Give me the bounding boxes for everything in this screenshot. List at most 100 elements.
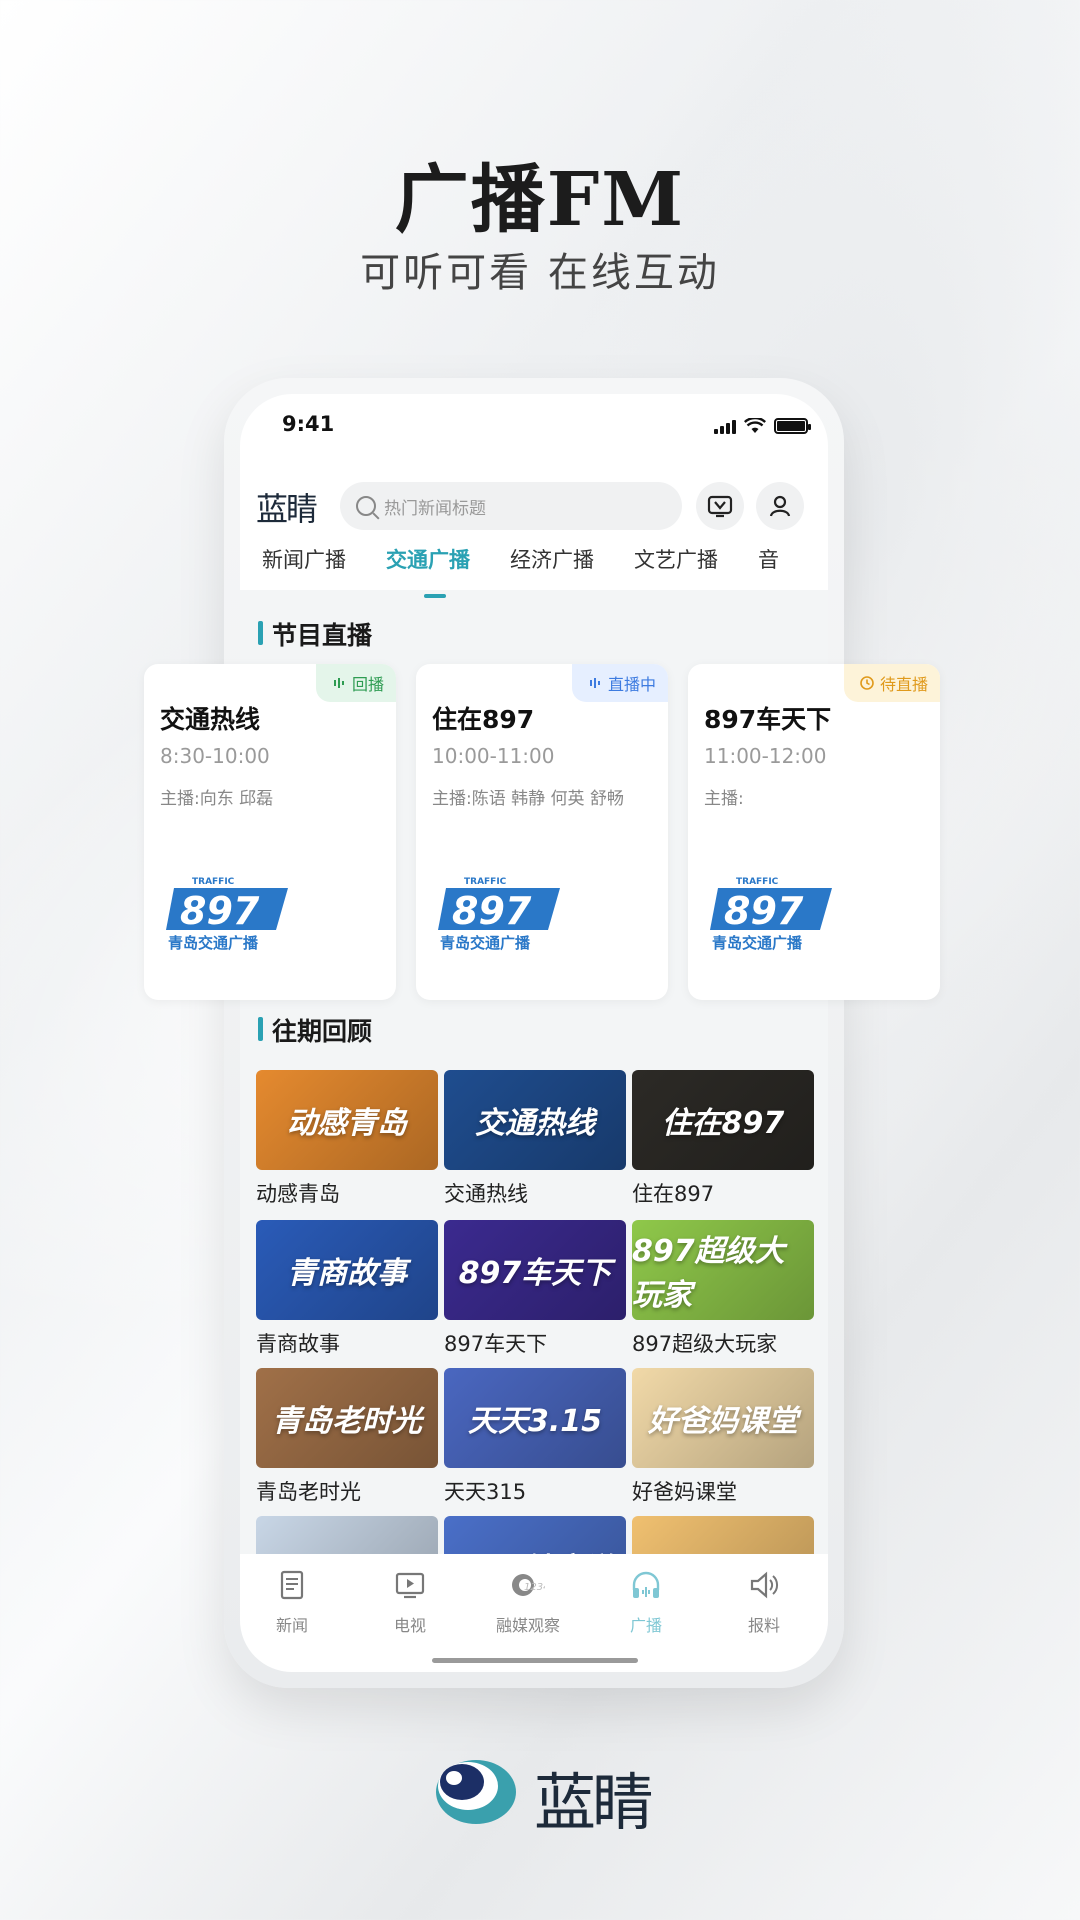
live-program-card[interactable]: 待直播 897车天下 11:00-12:00 主播: TRAFFIC 897 青岛交通广播 [688,664,940,1000]
brand-logo-icon [424,1748,520,1828]
past-program-item[interactable]: 897超级大玩家 897超级大玩家 [632,1220,814,1358]
program-caption: 动感青岛 [256,1182,340,1206]
tabbar-observe[interactable]: 12345 融媒观察 [478,1568,578,1636]
status-badge: 待直播 [843,664,940,702]
program-host: 主播:向东 邱磊 [160,789,274,809]
promo-subtitle: 可听可看 在线互动 [360,250,720,296]
svg-text:TRAFFIC: TRAFFIC [464,877,507,887]
svg-text:TRAFFIC: TRAFFIC [736,877,779,887]
search-placeholder: 热门新闻标题 [384,498,486,519]
svg-text:897: 897 [724,889,804,933]
program-caption: 住在897 [632,1182,715,1206]
program-caption: 好爸妈课堂 [632,1480,737,1504]
svg-text:青岛交通广播: 青岛交通广播 [712,934,803,952]
program-name: 897车天下 [704,705,832,734]
past-program-item[interactable]: 青岛老时光 青岛老时光 [256,1368,438,1506]
search-icon [356,496,376,516]
program-name: 住在897 [432,705,535,734]
tabbar-tv[interactable]: 电视 [360,1568,460,1636]
battery-icon [774,418,811,434]
status-badge-label: 直播中 [607,675,656,694]
tv-button[interactable] [696,482,744,530]
channel-tabs: 新闻广播 交通广播 经济广播 文艺广播 音 [240,544,828,598]
past-program-item[interactable]: 住在897 住在897 [632,1070,814,1208]
past-section-title: 往期回顾 [258,1012,372,1048]
tab-traffic-radio[interactable]: 交通广播 [386,544,470,598]
program-thumbnail: 动感青岛 [256,1070,438,1170]
program-thumbnail: 897车天下 [444,1220,626,1320]
past-program-item[interactable]: 交通热线 交通热线 [444,1070,626,1208]
status-bar: 9:41 [240,394,828,464]
past-program-item[interactable]: 天天3.15 天天315 [444,1368,626,1506]
clock-icon [860,676,874,690]
tabbar-label: 电视 [393,1616,426,1635]
program-caption: 天天315 [444,1480,527,1504]
thumbnail-title: 交通热线 [475,1106,595,1141]
bottom-tab-bar: 新闻 电视 12345 融媒观察 广播 报料 [240,1554,828,1672]
status-badge: 直播中 [571,664,668,702]
svg-text:897: 897 [452,889,532,933]
program-host: 主播: [704,789,744,809]
live-section-title: 节目直播 [258,616,372,652]
tv-icon [395,1572,425,1599]
profile-button[interactable] [756,482,804,530]
wifi-icon [744,418,766,433]
12345-icon: 12345 [512,1574,556,1596]
tab-economy-radio[interactable]: 经济广播 [510,544,594,588]
status-icons [714,418,811,434]
thumbnail-title: 897车天下 [458,1256,612,1291]
tab-arts-radio[interactable]: 文艺广播 [634,544,718,588]
thumbnail-title: 青商故事 [287,1256,407,1291]
live-program-card[interactable]: 直播中住在897 10:00-11:00 主播:陈语 韩静 何英 舒畅 TRAFFIC… [416,664,668,1000]
user-icon [769,495,791,517]
program-thumbnail: 青岛老时光 [256,1368,438,1468]
traffic-897-logo: TRAFFIC 897青岛交通广播 [438,877,560,952]
tabbar-label: 新闻 [275,1616,308,1635]
tabbar-radio[interactable]: 广播 [596,1568,696,1636]
live-program-card[interactable]: 回播 交通热线 8:30-10:00 主播:向东 邱磊 TRAFFIC 897 青岛交通广播 [144,664,396,1000]
past-program-item[interactable]: 动感青岛 动感青岛 [256,1070,438,1208]
program-thumbnail: 天天3.15 [444,1368,626,1468]
tabbar-report[interactable]: 报料 [714,1568,814,1636]
promo-title: 广播FM [394,157,686,243]
program-time: 11:00-12:00 [704,744,827,768]
program-caption: 青岛老时光 [256,1480,361,1504]
thumbnail-title: 天天3.15 [467,1404,603,1439]
svg-text:青岛交通广播: 青岛交通广播 [168,934,259,952]
program-caption: 青商故事 [256,1332,340,1356]
search-input[interactable]: 热门新闻标题 [340,482,682,530]
news-icon [280,1570,304,1600]
program-time: 10:00-11:00 [432,744,555,768]
program-caption: 897车天下 [444,1332,548,1356]
past-program-item[interactable]: 好爸妈课堂 好爸妈课堂 [632,1368,814,1506]
past-program-item[interactable]: 897车天下 897车天下 [444,1220,626,1358]
thumbnail-title: 青岛老时光 [272,1404,422,1439]
tab-news-radio[interactable]: 新闻广播 [262,544,346,588]
thumbnail-title: 897超级大玩家 [632,1234,785,1313]
program-name: 交通热线 [160,705,261,734]
program-caption: 交通热线 [444,1182,528,1206]
tv-icon [707,495,733,518]
tabbar-label: 融媒观察 [495,1616,560,1635]
program-host: 主播:陈语 韩静 何英 舒畅 [432,789,624,809]
svg-text:青岛交通广播: 青岛交通广播 [440,934,531,952]
tab-music-radio[interactable]: 音 [758,544,779,588]
svg-text:TRAFFIC: TRAFFIC [192,877,235,887]
past-program-item[interactable]: 青商故事 青商故事 [256,1220,438,1358]
audio-bars-icon [589,678,600,688]
program-thumbnail: 交通热线 [444,1070,626,1170]
program-thumbnail: 897超级大玩家 [632,1220,814,1320]
tabbar-label: 报料 [747,1616,780,1635]
status-badge-label: 待直播 [879,675,928,694]
app-logo: 蓝睛 [256,490,318,528]
traffic-897-logo: TRAFFIC 897青岛交通广播 [710,877,832,952]
home-indicator[interactable] [432,1658,638,1663]
program-thumbnail: 好爸妈课堂 [632,1368,814,1468]
tabbar-news[interactable]: 新闻 [242,1568,342,1636]
audio-bars-icon [333,678,344,688]
thumbnail-title: 住在897 [661,1106,785,1141]
headphones-icon [632,1571,660,1598]
phone-screen: 9:41 蓝睛 热门新闻标题 新闻广播 交通广播 经济广播 文艺广播 音 节目直… [240,394,828,1672]
tabbar-label: 广播 [629,1616,662,1635]
thumbnail-title: 好爸妈课堂 [648,1404,798,1439]
